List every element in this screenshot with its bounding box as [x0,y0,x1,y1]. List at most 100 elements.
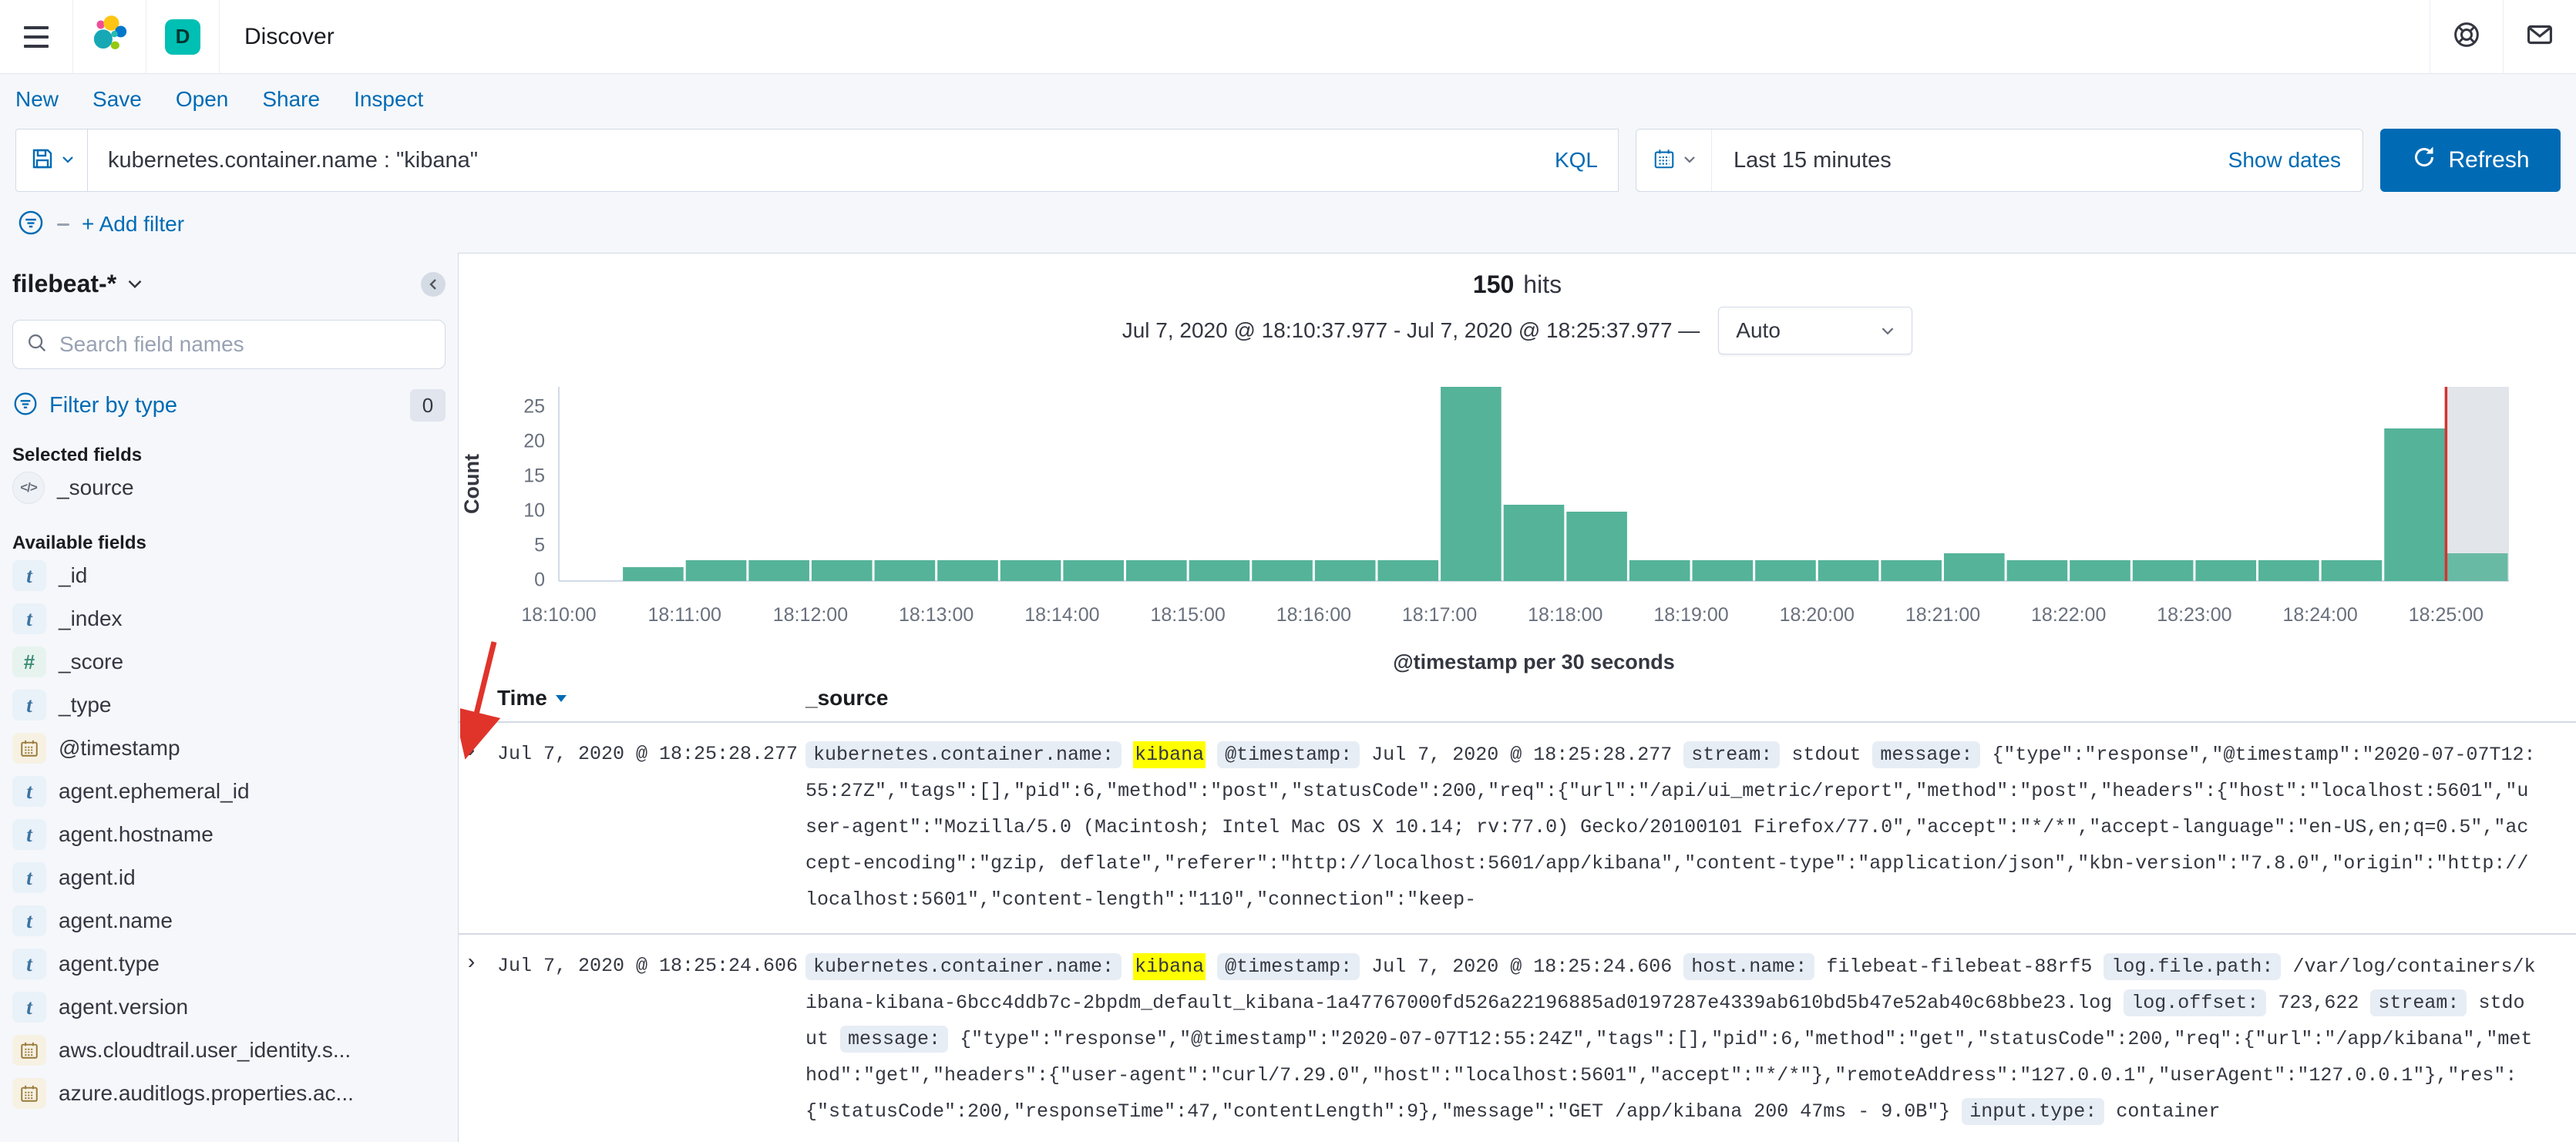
sidebar-field-@timestamp[interactable]: @timestamp [12,727,446,770]
sidebar-field-agent.version[interactable]: t agent.version [12,986,446,1029]
collapse-sidebar-button[interactable] [421,271,446,297]
nav-link-save[interactable]: Save [92,87,142,112]
histogram-bar[interactable] [2132,560,2194,581]
histogram-bar[interactable] [874,560,936,581]
histogram-bar[interactable] [2258,560,2319,581]
space-selector-button[interactable]: D [146,0,219,74]
add-filter-button[interactable]: + Add filter [82,212,184,237]
sidebar-field-_score[interactable]: # _score [12,640,446,684]
histogram-bar[interactable] [1252,560,1313,581]
sidebar-field-agent.ephemeral_id[interactable]: t agent.ephemeral_id [12,770,446,813]
histogram-bar[interactable] [1063,560,1125,581]
saved-query-menu-button[interactable] [15,129,88,192]
histogram-bar[interactable] [1314,560,1376,581]
histogram-bar[interactable] [1441,387,1502,581]
histogram-bar[interactable] [1881,560,1942,581]
sidebar-field-_index[interactable]: t _index [12,597,446,640]
histogram-bar[interactable] [1943,553,2005,581]
field-name-label: agent.name [59,909,173,932]
nav-link-open[interactable]: Open [176,87,229,112]
expand-row-toggle[interactable]: › [459,949,497,1130]
histogram-bar[interactable] [2447,553,2508,581]
field-name-badge: kubernetes.container.name: [805,741,1122,768]
histogram-bar[interactable] [623,567,684,581]
time-range-display[interactable]: Last 15 minutes [1734,148,1892,173]
nav-link-inspect[interactable]: Inspect [354,87,423,112]
histogram-bar[interactable] [1692,560,1754,581]
nav-link-new[interactable]: New [15,87,59,112]
sidebar-field-_id[interactable]: t _id [12,554,446,597]
quick-select-menu-button[interactable] [1636,129,1712,191]
sidebar-field-agent.id[interactable]: t agent.id [12,856,446,899]
histogram-bar[interactable] [2195,560,2257,581]
divider [219,0,220,74]
elastic-home-button[interactable] [73,0,146,74]
refresh-label: Refresh [2448,147,2530,173]
histogram-bar[interactable] [1566,512,1627,581]
sidebar-field-agent.hostname[interactable]: t agent.hostname [12,813,446,856]
histogram-bar[interactable] [2006,560,2068,581]
histogram-bar[interactable] [2321,560,2383,581]
histogram-bar[interactable] [1189,560,1250,581]
filter-options-icon[interactable] [17,209,45,240]
sort-desc-icon [555,694,567,702]
field-name-label: _index [59,606,123,630]
histogram-bar[interactable] [1818,560,1879,581]
hamburger-icon [24,25,49,48]
x-tick-label: 18:25:00 [2409,604,2484,626]
sidebar-field-_type[interactable]: t _type [12,684,446,727]
histogram-bar[interactable] [937,560,998,581]
histogram-bar[interactable] [1755,560,1816,581]
histogram-bar[interactable] [1000,560,1061,581]
index-pattern-switcher[interactable]: filebeat-* [12,270,143,298]
sidebar-field-agent.name[interactable]: t agent.name [12,899,446,942]
filter-bar-divider [57,223,69,226]
field-search-input[interactable]: Search field names [12,320,446,369]
histogram-bar[interactable] [1503,505,1565,581]
query-text: kubernetes.container.name : "kibana" [108,147,479,173]
help-button[interactable] [2430,0,2503,74]
histogram-bar[interactable] [1629,560,1690,581]
histogram-bar[interactable] [2384,428,2445,581]
sidebar-field-aws.cloudtrail.user_identity.s...[interactable]: aws.cloudtrail.user_identity.s... [12,1029,446,1072]
sidebar-field-_source[interactable]: </> _source [12,466,446,509]
hits-label: hits [1523,270,1562,298]
sidebar-field-azure.auditlogs.properties.ac...[interactable]: azure.auditlogs.properties.ac... [12,1072,446,1115]
y-tick-label: 20 [523,431,545,452]
discover-main-panel: 150 hits Jul 7, 2020 @ 18:10:37.977 - Jul… [458,253,2576,1142]
field-value: {"type":"response","@timestamp":"2020-07… [805,744,2536,911]
field-value: stdout [1791,744,1861,766]
expand-row-toggle[interactable]: › [459,737,497,918]
field-name-badge: message: [840,1026,949,1053]
field-name-label: agent.type [59,952,160,976]
refresh-button[interactable]: Refresh [2380,129,2561,192]
histogram-bar[interactable] [685,560,747,581]
show-dates-button[interactable]: Show dates [2228,148,2341,173]
field-search-placeholder: Search field names [59,332,244,356]
histogram-bar[interactable] [1126,560,1187,581]
histogram-bar[interactable] [1377,560,1439,581]
time-column-header[interactable]: Time [497,686,805,710]
query-language-button[interactable]: KQL [1555,148,1598,173]
newsfeed-button[interactable] [2504,0,2576,74]
filter-by-type-button[interactable]: Filter by type [49,393,177,418]
field-name-label: _source [57,475,134,499]
sidebar-field-agent.type[interactable]: t agent.type [12,942,446,986]
field-name-badge: @timestamp: [1217,741,1360,768]
histogram-bar[interactable] [2070,560,2130,581]
histogram-bar[interactable] [811,560,873,581]
y-tick-label: 0 [534,569,545,591]
query-input[interactable]: kubernetes.container.name : "kibana" KQL [88,129,1619,192]
date-field-icon [12,1078,46,1109]
histogram-interval-select[interactable]: Auto [1718,307,1913,354]
hits-count: 150 [1472,270,1515,298]
menu-button[interactable] [0,0,72,74]
x-tick-label: 18:22:00 [2031,604,2106,626]
histogram-bar[interactable] [748,560,809,581]
nav-link-share[interactable]: Share [262,87,320,112]
date-field-icon [12,733,46,764]
expand-column-header [459,686,497,710]
available-fields-list: t _id t _index # _score t _type @timestamp t agent… [12,554,446,1115]
y-axis-title: Count [460,454,483,514]
highlighted-value: kibana [1133,953,1206,980]
